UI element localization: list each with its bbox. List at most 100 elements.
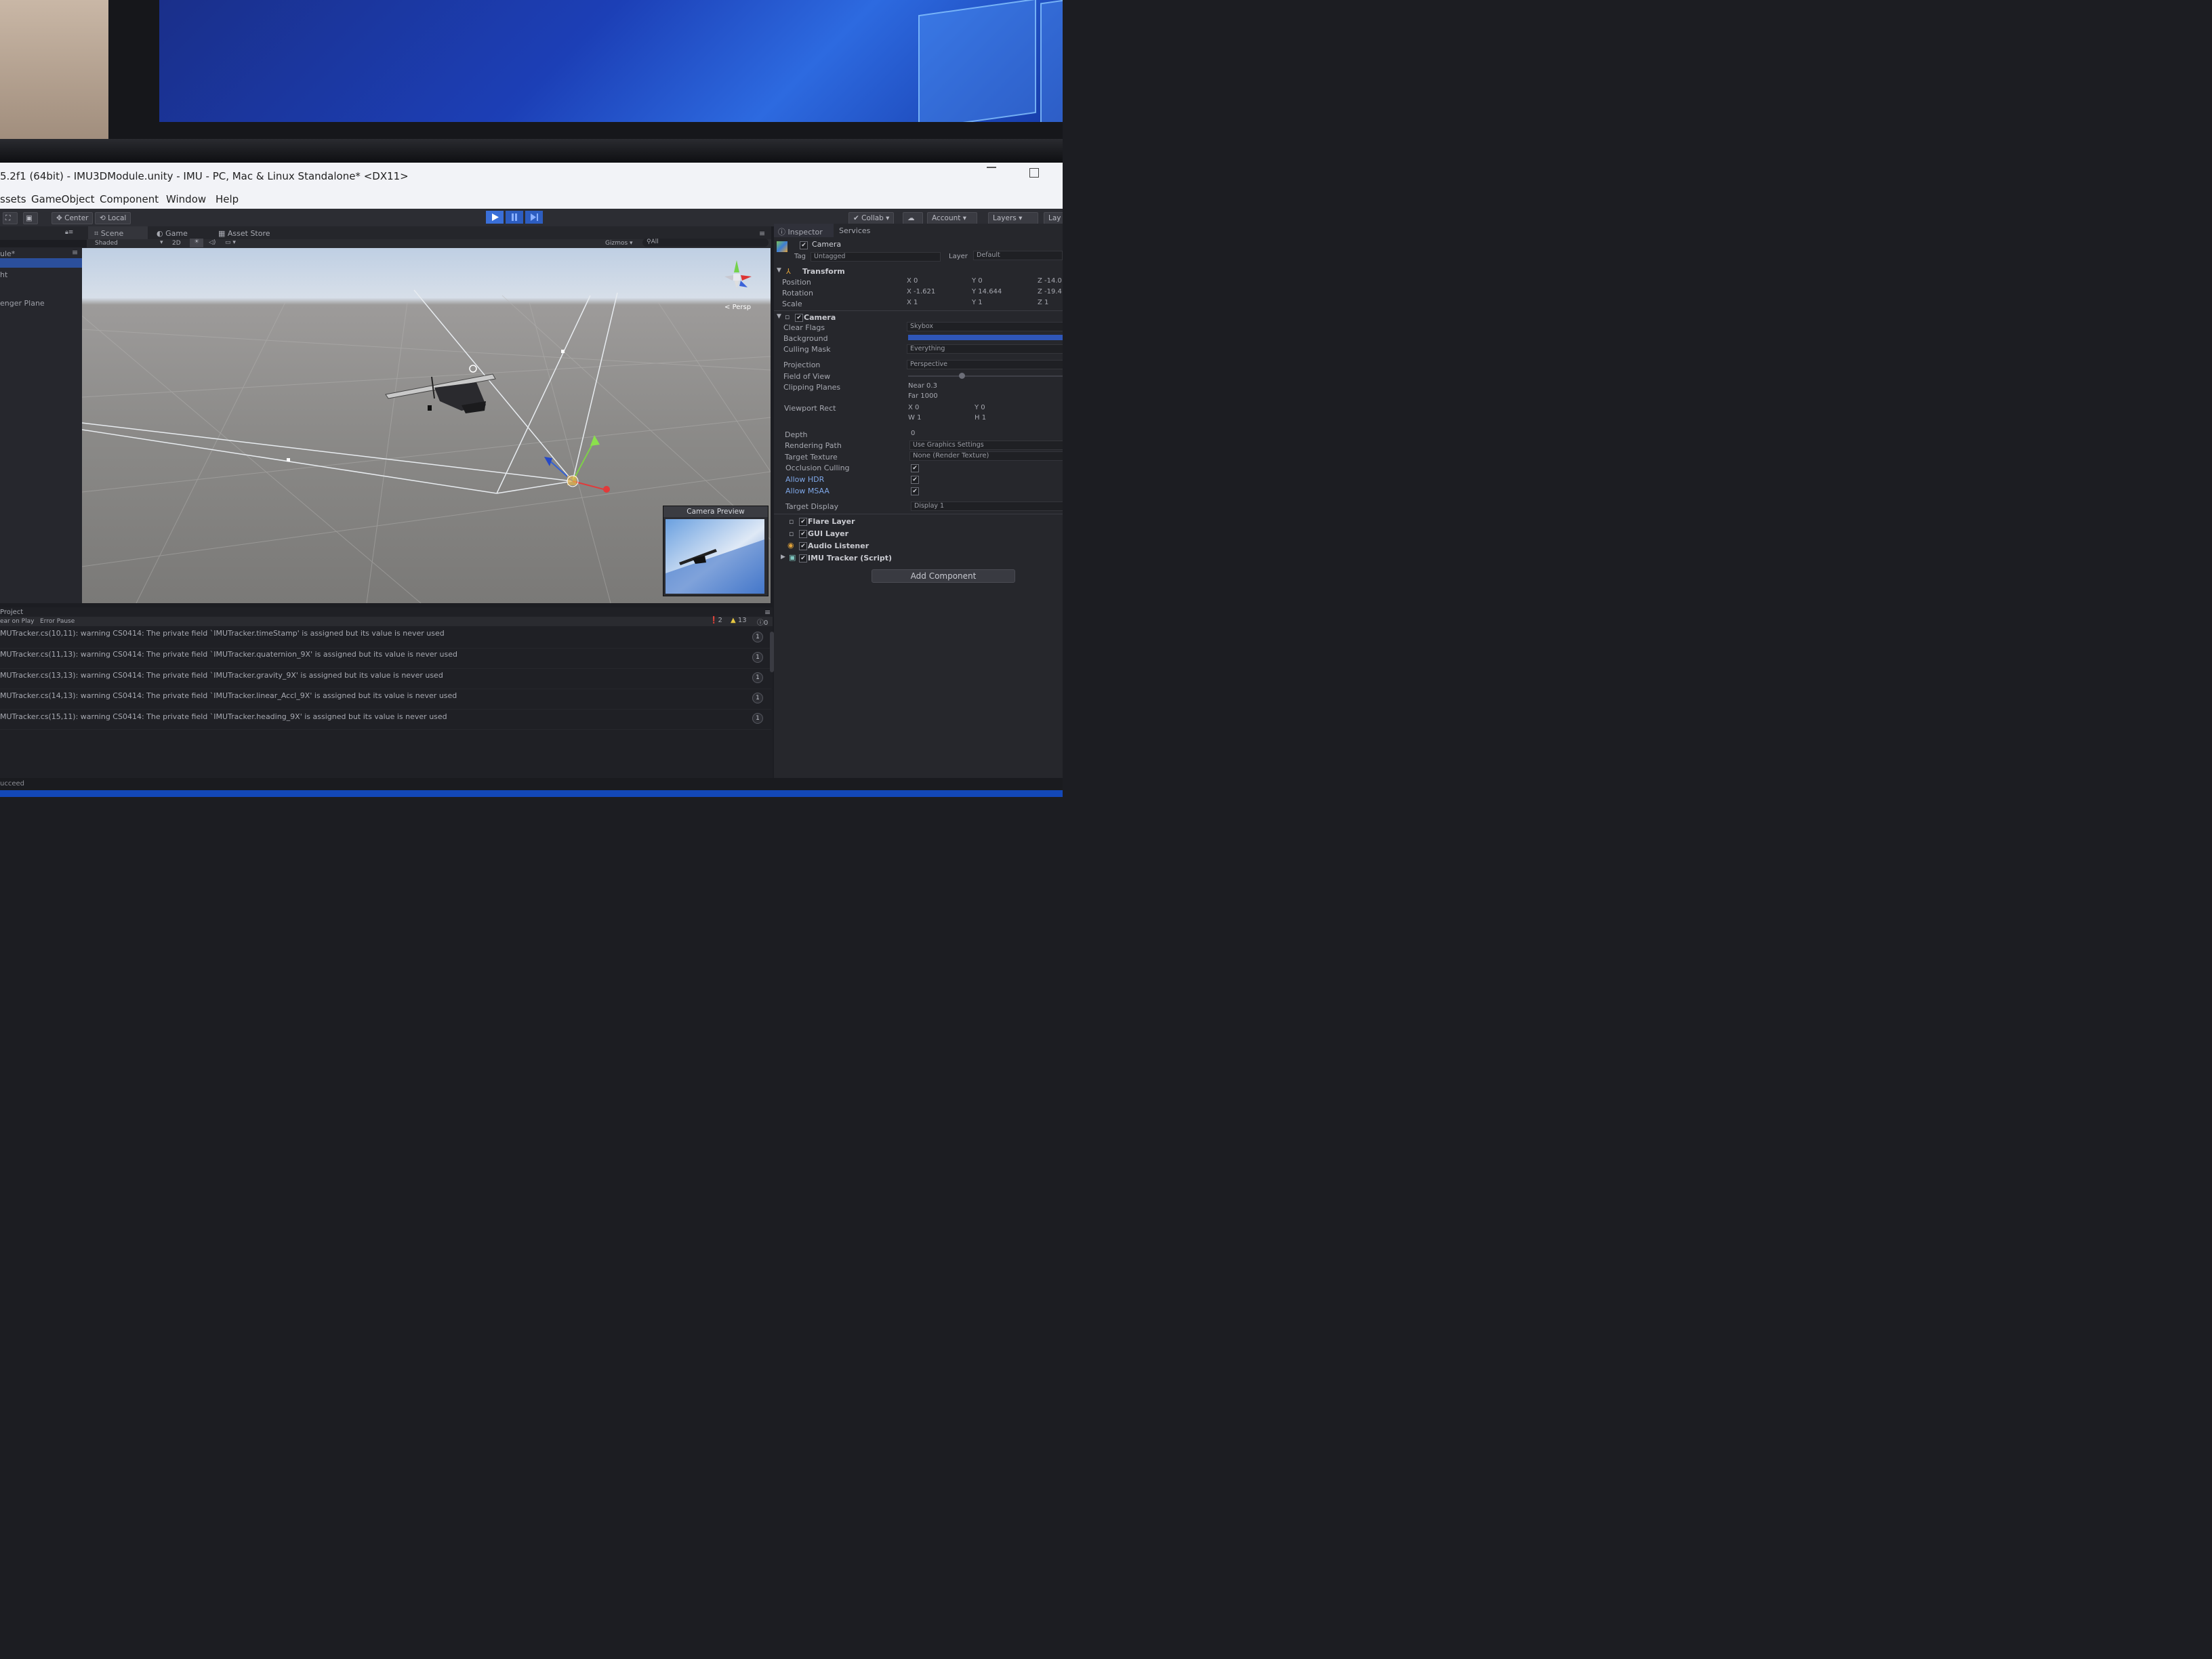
- scale-label: Scale: [782, 300, 802, 308]
- camera-component-header[interactable]: Camera: [804, 313, 836, 322]
- audio-toggle-icon[interactable]: ◁): [209, 239, 216, 246]
- console-row[interactable]: MUTracker.cs(10,11): warning CS0414: The…: [0, 628, 771, 649]
- scale-x-field[interactable]: X 1: [907, 299, 918, 306]
- flare-layer-checkbox[interactable]: ✔: [799, 518, 807, 526]
- error-count-toggle[interactable]: ❗2: [710, 617, 722, 624]
- pause-button[interactable]: [506, 211, 523, 224]
- position-z-field[interactable]: Z -14.0: [1038, 277, 1062, 285]
- scene-search-input[interactable]: ⚲All: [642, 239, 769, 247]
- rotation-y-field[interactable]: Y 14.644: [972, 288, 1002, 295]
- layout-dropdown[interactable]: Lay: [1044, 212, 1063, 224]
- depth-field[interactable]: 0: [911, 430, 915, 437]
- tab-project[interactable]: Project: [0, 609, 23, 616]
- draw-mode-dropdown[interactable]: Shaded: [95, 240, 118, 247]
- warning-count-toggle[interactable]: ▲ 13: [731, 617, 747, 624]
- account-dropdown[interactable]: Account ▾: [927, 212, 977, 224]
- viewport-x-field[interactable]: X 0: [908, 404, 919, 411]
- wall-background: [0, 0, 122, 142]
- menu-gameobject[interactable]: GameObject: [31, 193, 95, 205]
- culling-mask-dropdown[interactable]: Everything: [907, 344, 1063, 354]
- perspective-label[interactable]: < Persp: [724, 304, 751, 311]
- rotation-x-field[interactable]: X -1.621: [907, 288, 935, 295]
- rect-tool-icon[interactable]: ⛶: [3, 212, 18, 224]
- foldout-arrow-icon[interactable]: ▼: [777, 313, 781, 320]
- tab-services[interactable]: Services: [839, 226, 870, 235]
- projection-dropdown[interactable]: Perspective: [907, 360, 1063, 369]
- far-clip-field[interactable]: Far 1000: [908, 392, 938, 400]
- console-row[interactable]: MUTracker.cs(14,13): warning CS0414: The…: [0, 689, 771, 710]
- object-name-field[interactable]: Camera: [812, 240, 841, 249]
- active-checkbox[interactable]: ✔: [800, 241, 808, 249]
- clear-on-play-toggle[interactable]: ear on Play: [0, 618, 34, 625]
- rotation-z-field[interactable]: Z -19.4: [1038, 288, 1062, 295]
- position-y-field[interactable]: Y 0: [972, 277, 983, 285]
- viewport-y-field[interactable]: Y 0: [975, 404, 985, 411]
- foldout-arrow-icon[interactable]: ▼: [777, 267, 781, 274]
- position-x-field[interactable]: X 0: [907, 277, 918, 285]
- fov-slider-handle[interactable]: [959, 373, 965, 379]
- foldout-arrow-icon[interactable]: ▶: [781, 554, 785, 560]
- layer-dropdown[interactable]: Default: [973, 251, 1063, 260]
- play-button[interactable]: [486, 211, 504, 224]
- imu-tracker-checkbox[interactable]: ✔: [799, 554, 807, 562]
- menu-help[interactable]: Help: [216, 193, 239, 205]
- audio-listener-checkbox[interactable]: ✔: [799, 542, 807, 550]
- panel-menu-icon[interactable]: ≡: [759, 229, 765, 238]
- scale-y-field[interactable]: Y 1: [972, 299, 983, 306]
- viewport-w-field[interactable]: W 1: [908, 414, 921, 422]
- console-row[interactable]: MUTracker.cs(11,13): warning CS0414: The…: [0, 648, 771, 669]
- layer-label: Layer: [949, 253, 968, 260]
- info-count-toggle[interactable]: ⓘ0: [757, 617, 768, 627]
- allow-msaa-checkbox[interactable]: ✔: [911, 487, 919, 495]
- layers-dropdown[interactable]: Layers ▾: [988, 212, 1038, 224]
- minimize-icon[interactable]: [987, 167, 996, 168]
- near-clip-field[interactable]: Near 0.3: [908, 382, 937, 390]
- viewport-h-field[interactable]: H 1: [975, 414, 986, 422]
- rendering-path-dropdown[interactable]: Use Graphics Settings: [909, 441, 1063, 450]
- imu-tracker-header[interactable]: IMU Tracker (Script): [808, 554, 892, 562]
- transform-header[interactable]: Transform: [802, 267, 845, 276]
- allow-hdr-checkbox[interactable]: ✔: [911, 476, 919, 484]
- gui-layer-checkbox[interactable]: ✔: [799, 530, 807, 538]
- hierarchy-menu-icon[interactable]: ≡: [72, 248, 78, 257]
- target-texture-field[interactable]: None (Render Texture): [909, 451, 1063, 461]
- transform-tool-icon[interactable]: ▣: [23, 212, 38, 224]
- add-component-button[interactable]: Add Component: [872, 569, 1015, 583]
- gizmos-dropdown[interactable]: Gizmos ▾: [605, 240, 633, 247]
- occlusion-culling-checkbox[interactable]: ✔: [911, 464, 919, 472]
- menu-component[interactable]: Component: [100, 193, 159, 205]
- tag-dropdown[interactable]: Untagged: [811, 252, 941, 262]
- maximize-icon[interactable]: [1029, 168, 1039, 178]
- hierarchy-item-passenger-plane[interactable]: enger Plane: [0, 299, 45, 308]
- menu-assets[interactable]: ssets: [0, 193, 26, 205]
- tab-game[interactable]: ◐ Game: [157, 229, 188, 238]
- cloud-icon[interactable]: ☁: [903, 212, 923, 224]
- step-button[interactable]: [525, 211, 543, 224]
- hierarchy-item-light[interactable]: ht: [0, 270, 7, 279]
- pivot-center-button[interactable]: ✥ Center: [52, 212, 94, 224]
- tab-asset-store[interactable]: ▦ Asset Store: [218, 229, 270, 238]
- console-scrollbar[interactable]: [770, 632, 774, 672]
- collab-button[interactable]: ✔ Collab ▾: [848, 212, 895, 224]
- effects-toggle-icon[interactable]: ▭ ▾: [225, 239, 236, 246]
- gui-layer-header[interactable]: GUI Layer: [808, 529, 848, 538]
- allow-hdr-label: Allow HDR: [785, 475, 825, 484]
- console-menu-icon[interactable]: ≡: [764, 608, 771, 617]
- fov-slider-track[interactable]: [908, 375, 1063, 377]
- console-row[interactable]: MUTracker.cs(15,11): warning CS0414: The…: [0, 709, 771, 730]
- lock-icon[interactable]: 🔒︎≡: [65, 229, 73, 236]
- toggle-2d-button[interactable]: 2D: [172, 240, 181, 247]
- target-display-dropdown[interactable]: Display 1: [911, 501, 1063, 511]
- console-row[interactable]: MUTracker.cs(13,13): warning CS0414: The…: [0, 668, 771, 689]
- audio-listener-header[interactable]: Audio Listener: [808, 541, 869, 550]
- pivot-local-button[interactable]: ⟲ Local: [95, 212, 131, 224]
- error-pause-toggle[interactable]: Error Pause: [40, 618, 75, 625]
- lighting-toggle-icon[interactable]: ☀: [190, 239, 203, 247]
- hierarchy-item-camera-selected[interactable]: [0, 258, 85, 268]
- background-color-swatch[interactable]: [908, 335, 1063, 340]
- flare-layer-header[interactable]: Flare Layer: [808, 517, 855, 526]
- clear-flags-dropdown[interactable]: Skybox: [907, 322, 1063, 331]
- scale-z-field[interactable]: Z 1: [1038, 299, 1048, 306]
- menu-window[interactable]: Window: [166, 193, 206, 205]
- camera-enabled-checkbox[interactable]: ✔: [795, 314, 803, 322]
